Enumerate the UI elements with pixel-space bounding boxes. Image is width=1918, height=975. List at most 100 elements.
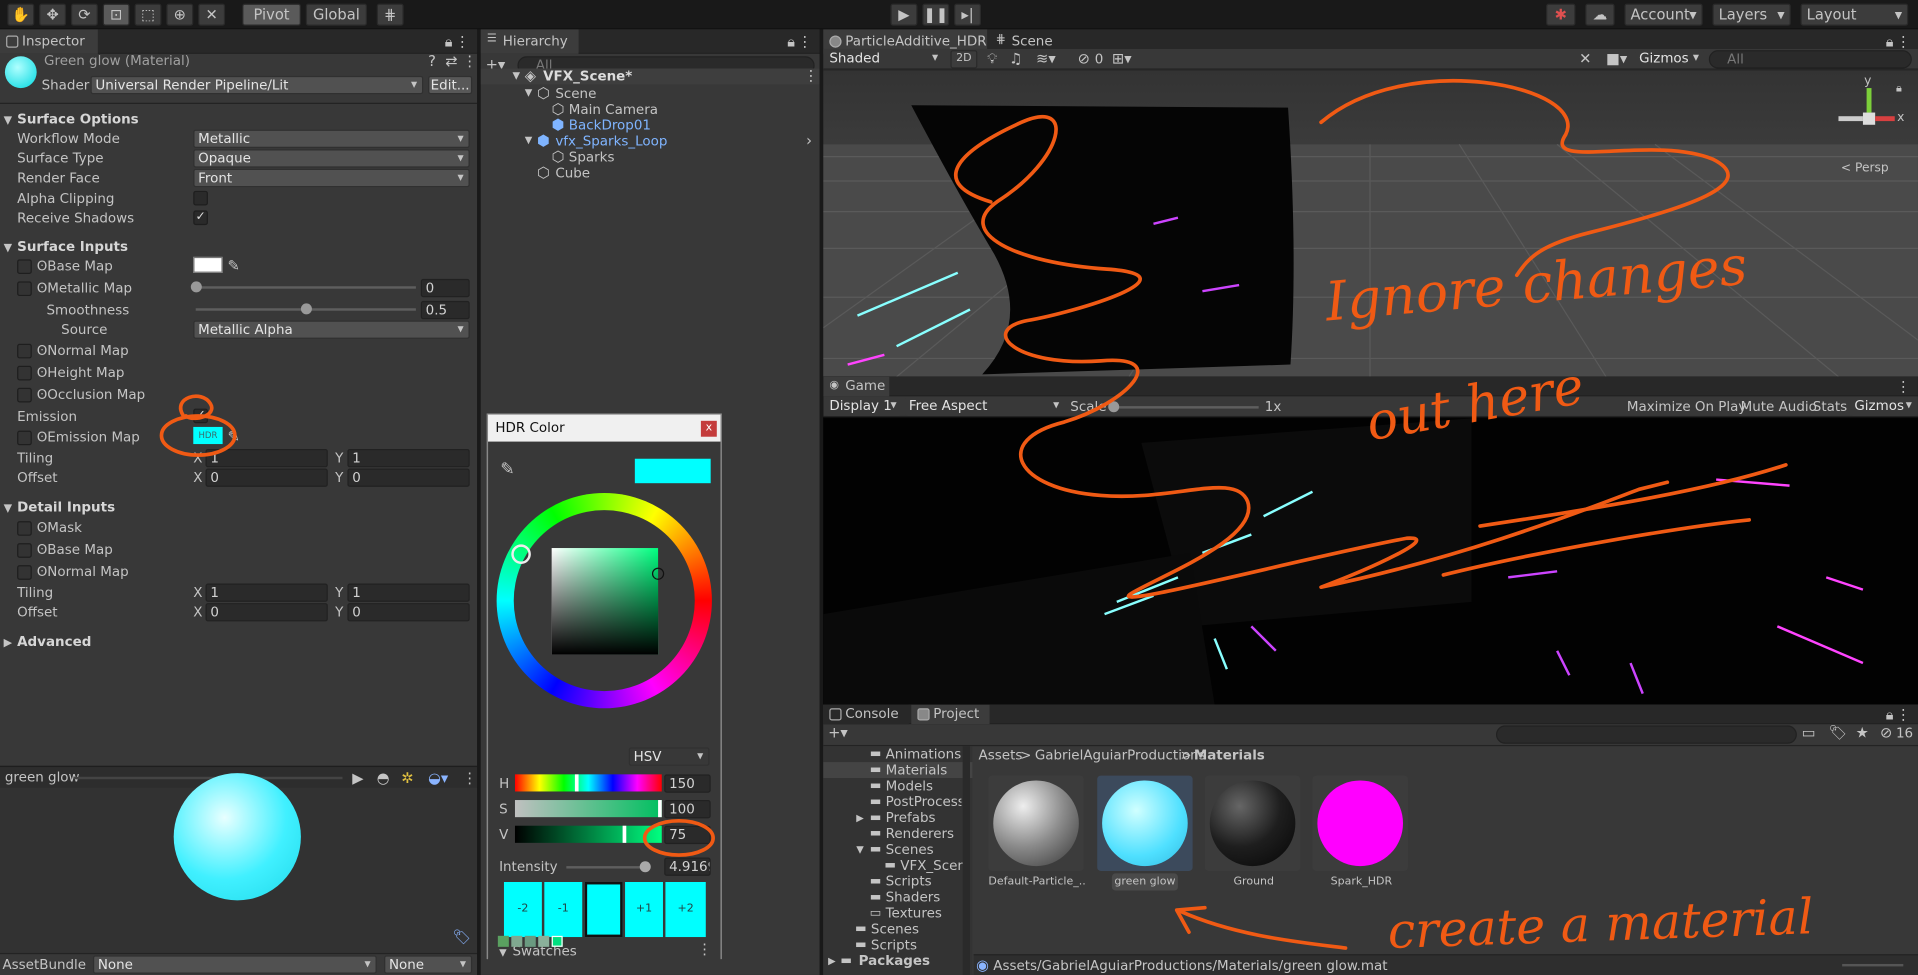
2d-toggle[interactable]: 2D [950, 50, 978, 69]
s-value-field[interactable]: 100 [664, 800, 711, 819]
play-button[interactable]: ▶ [890, 3, 918, 26]
project-search-input[interactable] [1495, 725, 1797, 744]
rect-tool-icon[interactable]: ⬚ [134, 3, 162, 26]
intensity-slider-knob[interactable] [639, 861, 651, 873]
menu-icon[interactable]: ⋮ [798, 33, 813, 50]
foldout-arrow-icon[interactable]: ▼ [4, 240, 12, 257]
grid-toggle-icon[interactable]: ⊞▾ [1112, 50, 1132, 67]
texture-slot[interactable] [17, 387, 32, 403]
eyedropper-icon[interactable]: ✎ [500, 461, 514, 478]
edit-shader-button[interactable]: Edit... [428, 75, 473, 95]
swatch-preset[interactable] [511, 935, 523, 947]
hierarchy-item[interactable]: Sparks [569, 149, 615, 165]
scene-viewport[interactable] [823, 70, 1918, 377]
persp-label[interactable]: < Persp [1841, 160, 1889, 177]
intensity-slider-track[interactable] [566, 866, 650, 869]
v-slider[interactable] [514, 825, 662, 843]
texture-slot[interactable] [17, 281, 32, 297]
smoothness-value-field[interactable]: 0.5 [420, 300, 470, 320]
surface-options-header[interactable]: Surface Options [17, 111, 139, 127]
filter-type-icon[interactable]: ▭ [1802, 724, 1816, 741]
h-slider-handle[interactable] [574, 774, 579, 792]
hdr-title-bar[interactable]: HDR Color x [488, 414, 721, 442]
folder-item[interactable]: Scenes [871, 921, 919, 937]
tiling-y-field[interactable]: 1 [347, 448, 470, 468]
scale-slider-track[interactable] [1111, 406, 1259, 409]
folder-item[interactable]: Scenes [886, 842, 934, 858]
icon-size-slider[interactable] [1842, 963, 1904, 967]
scene-search-input[interactable]: All [1708, 50, 1912, 69]
shading-mode-dropdown[interactable]: Shaded [825, 50, 944, 69]
filter-label-icon[interactable]: 🏷︎ [1829, 724, 1848, 741]
saturation-value-square[interactable] [551, 548, 659, 655]
detail-tiling-y-field[interactable]: 1 [347, 583, 470, 602]
workflow-mode-dropdown[interactable]: Metallic [193, 129, 470, 149]
menu-icon[interactable]: ⋮ [1896, 378, 1911, 395]
layout-dropdown[interactable]: Layout ▾ [1800, 3, 1909, 26]
aspect-dropdown[interactable]: Free Aspect [905, 397, 1065, 416]
folder-item[interactable]: Textures [886, 905, 942, 921]
emission-checkbox[interactable]: ✓ [193, 408, 208, 424]
preset-icon[interactable]: ⇄ [445, 53, 457, 70]
rotate-tool-icon[interactable]: ⟳ [70, 3, 98, 26]
audio-toggle-icon[interactable]: ♫ [1009, 50, 1022, 67]
foldout-arrow-icon[interactable]: ▼ [4, 113, 12, 130]
foldout-arrow-icon[interactable]: ▶ [4, 635, 12, 652]
s-slider-handle[interactable] [658, 800, 662, 818]
tiling-x-field[interactable]: 1 [205, 448, 328, 468]
gizmo-y-axis-icon[interactable] [1866, 88, 1872, 113]
exposure-plus-2-button[interactable]: +2 [665, 881, 706, 938]
offset-x-field[interactable]: 0 [205, 468, 328, 487]
tools-icon[interactable]: ✕ [1579, 50, 1591, 67]
folder-item[interactable]: Materials [886, 762, 948, 778]
gizmo-center-icon[interactable] [1862, 112, 1876, 125]
hierarchy-item[interactable]: vfx_Sparks_Loop [555, 133, 667, 149]
foldout-arrow-icon[interactable]: ▶ [856, 810, 864, 827]
asset-tile-selected[interactable] [1097, 775, 1193, 871]
visibility-icon[interactable]: ⊘ [1078, 50, 1090, 67]
cloud-icon[interactable]: ☁ [1585, 3, 1615, 26]
folder-item[interactable]: PostProcessi [886, 794, 962, 810]
exposure-minus-2-button[interactable]: -2 [503, 881, 542, 938]
folder-item[interactable]: Packages [859, 953, 930, 969]
tab-console[interactable]: Console [823, 704, 909, 725]
advanced-header[interactable]: Advanced [17, 634, 91, 650]
exposure-current-button[interactable] [584, 881, 623, 938]
intensity-value-field[interactable]: 4.9169 [664, 857, 711, 876]
global-toggle[interactable]: Global [305, 3, 367, 26]
pivot-toggle[interactable]: Pivot [242, 3, 301, 26]
asset-name[interactable]: green glow [1111, 873, 1178, 891]
gizmos-dropdown[interactable]: Gizmos [1635, 50, 1704, 69]
account-dropdown[interactable]: Account ▾ [1624, 3, 1703, 26]
detail-offset-y-field[interactable]: 0 [347, 603, 470, 622]
hidden-packages-icon[interactable]: ⊘ [1880, 724, 1892, 741]
folder-item[interactable]: Prefabs [886, 810, 936, 826]
metallic-value-field[interactable]: 0 [420, 278, 470, 298]
folder-item[interactable]: Renderers [886, 826, 954, 842]
base-map-color-swatch[interactable] [193, 256, 223, 273]
sv-picker-handle[interactable] [651, 567, 665, 580]
texture-slot[interactable] [17, 565, 32, 580]
layers-dropdown[interactable]: Layers ▾ [1712, 3, 1791, 26]
effects-toggle-icon[interactable]: ≋▾ [1036, 50, 1056, 67]
lock-icon[interactable]: 🔒︎ [787, 33, 795, 50]
texture-slot[interactable] [17, 259, 32, 275]
stats-toggle[interactable]: Stats [1813, 399, 1847, 416]
asset-tile[interactable] [1204, 775, 1301, 871]
exposure-plus-1-button[interactable]: +1 [625, 881, 663, 938]
lighting-toggle-icon[interactable]: 💡︎ [987, 50, 997, 67]
metallic-slider-knob[interactable] [190, 281, 202, 293]
source-dropdown[interactable]: Metallic Alpha [193, 320, 470, 339]
favorite-icon[interactable]: ★ [1856, 724, 1869, 741]
foldout-arrow-icon[interactable]: ▼ [525, 132, 533, 149]
folder-item[interactable]: VFX_Scene [900, 858, 964, 874]
texture-slot[interactable] [17, 343, 32, 359]
offset-y-field[interactable]: 0 [347, 468, 470, 487]
menu-icon[interactable]: ⋮ [1896, 33, 1911, 50]
pause-button[interactable]: ❚❚ [922, 3, 950, 26]
swatch-preset[interactable] [497, 935, 509, 947]
swatch-preset[interactable] [551, 935, 563, 947]
exposure-minus-1-button[interactable]: -1 [544, 881, 583, 938]
sphere-preview-icon[interactable]: ◓ [377, 769, 390, 786]
breadcrumb-item[interactable]: Materials [1194, 747, 1265, 764]
